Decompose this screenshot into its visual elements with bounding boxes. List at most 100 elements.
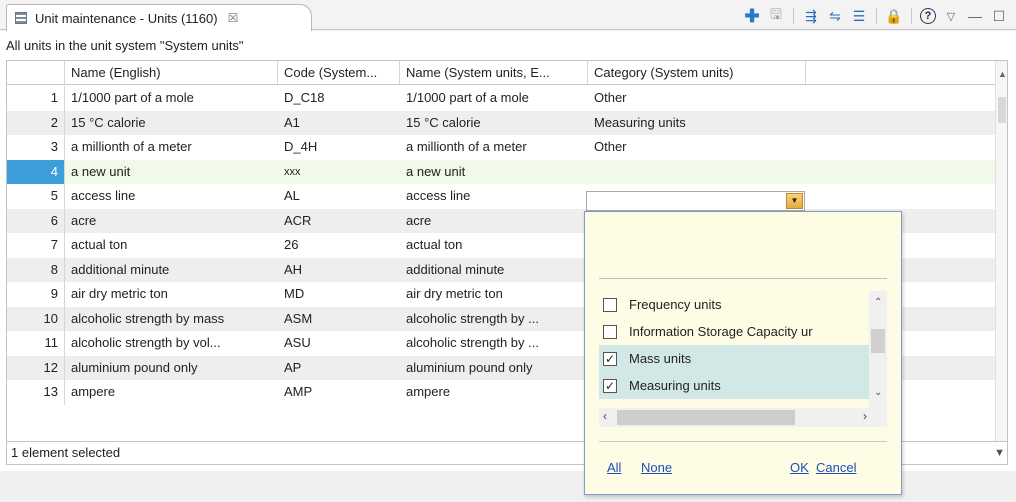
cell-category[interactable]: Measuring units <box>588 111 806 136</box>
column-header-name-system[interactable]: Name (System units, E... <box>400 61 588 84</box>
cell-name-english[interactable]: air dry metric ton <box>65 282 278 307</box>
compare-icon[interactable]: ⇋ <box>826 7 844 25</box>
cell-name-system[interactable]: 1/1000 part of a mole <box>400 86 588 111</box>
help-icon[interactable]: ? <box>920 8 936 24</box>
cell-code[interactable]: MD <box>278 282 400 307</box>
cell-code[interactable]: ASM <box>278 307 400 332</box>
column-header-category[interactable]: Category (System units) <box>588 61 806 84</box>
cancel-link[interactable]: Cancel <box>816 460 856 475</box>
cell-name-system[interactable]: a new unit <box>400 160 588 185</box>
view-toolbar: ✚ 🖫 ⇶ ⇋ ☰ 🔒 ? ▽ — ☐ <box>743 6 1008 26</box>
cell-name-english[interactable]: access line <box>65 184 278 209</box>
cell-name-system[interactable]: ampere <box>400 380 588 405</box>
checkbox[interactable]: ✓ <box>603 351 617 366</box>
cell-name-system[interactable]: actual ton <box>400 233 588 258</box>
cell-name-system[interactable]: additional minute <box>400 258 588 283</box>
select-none-link[interactable]: None <box>641 460 672 475</box>
cell-name-system[interactable]: access line <box>400 184 588 209</box>
scroll-thumb[interactable] <box>617 410 795 425</box>
scroll-up-icon[interactable]: ▲ <box>998 69 1007 79</box>
select-all-link[interactable]: All <box>607 460 621 475</box>
category-item[interactable]: Information Storage Capacity ur <box>599 318 869 345</box>
column-header-name-english[interactable]: Name (English) <box>65 61 278 84</box>
cell-name-english[interactable]: ampere <box>65 380 278 405</box>
cell-name-english[interactable]: aluminium pound only <box>65 356 278 381</box>
lock-icon[interactable]: 🔒 <box>885 7 903 25</box>
cell-code[interactable]: D_C18 <box>278 86 400 111</box>
chevron-down-icon[interactable]: ⌄ <box>874 387 882 398</box>
scroll-thumb[interactable] <box>998 97 1006 123</box>
cell-name-english[interactable]: 15 °C calorie <box>65 111 278 136</box>
cell-code[interactable]: xxx <box>278 160 400 185</box>
row-number: 11 <box>7 331 65 356</box>
cell-code[interactable]: AL <box>278 184 400 209</box>
category-item[interactable]: ✓ Measuring units <box>599 372 869 399</box>
chevron-right-icon[interactable]: › <box>863 409 867 423</box>
checklist-vertical-scrollbar[interactable]: ⌃ ⌄ <box>869 291 887 412</box>
cell-code[interactable]: AMP <box>278 380 400 405</box>
chevron-down-icon[interactable]: ▼ <box>994 442 1005 464</box>
table-row[interactable]: 3a millionth of a meter D_4H a millionth o… <box>7 135 997 160</box>
category-item[interactable]: ✓ Mass units <box>599 345 869 372</box>
close-icon[interactable]: ☒ <box>228 11 239 25</box>
table-header: Name (English) Code (System... Name (Sys… <box>7 61 1007 85</box>
cell-category[interactable]: Other <box>588 86 806 111</box>
maximize-icon[interactable]: ☐ <box>990 7 1008 25</box>
scroll-thumb[interactable] <box>871 329 885 353</box>
cell-name-english[interactable]: alcoholic strength by vol... <box>65 331 278 356</box>
row-number: 5 <box>7 184 65 209</box>
category-combo[interactable]: ▼ <box>586 191 805 211</box>
minimize-icon[interactable]: — <box>966 7 984 25</box>
checkbox[interactable] <box>603 297 617 312</box>
save-icon[interactable]: 🖫 <box>767 6 785 25</box>
chevron-up-icon[interactable]: ⌃ <box>874 297 882 308</box>
cell-code[interactable]: ASU <box>278 331 400 356</box>
table-vertical-scrollbar[interactable]: ▲ ▼ <box>995 61 1007 463</box>
cell-category[interactable]: Other <box>588 135 806 160</box>
ok-link[interactable]: OK <box>790 460 809 475</box>
cell-code[interactable]: AP <box>278 356 400 381</box>
cell-name-system[interactable]: acre <box>400 209 588 234</box>
cell-name-english[interactable]: alcoholic strength by mass <box>65 307 278 332</box>
table-row[interactable]: 1 1/1000 part of a mole D_C18 1/1000 part o… <box>7 86 997 111</box>
row-number: 13 <box>7 380 65 405</box>
cell-code[interactable]: D_4H <box>278 135 400 160</box>
cell-category[interactable] <box>588 160 806 185</box>
toolbar-separator <box>911 8 912 24</box>
cell-code[interactable]: 26 <box>278 233 400 258</box>
cell-code[interactable]: AH <box>278 258 400 283</box>
chevron-down-icon[interactable]: ▼ <box>786 193 803 209</box>
add-icon[interactable]: ✚ <box>743 6 761 26</box>
table-row[interactable]: 2 15 °C calorie A1 15 °C calorie Measuring u… <box>7 110 997 136</box>
row-number: 4 <box>7 159 65 184</box>
cell-name-system[interactable]: 15 °C calorie <box>400 111 588 136</box>
table-row[interactable]: 5 access line AL access line <box>7 184 997 209</box>
cell-name-english[interactable]: a millionth of a meter <box>65 135 278 160</box>
table-row-selected[interactable]: 4a new unit xxx a new unit <box>7 159 997 185</box>
cell-name-system[interactable]: alcoholic strength by ... <box>400 307 588 332</box>
column-header-code[interactable]: Code (System... <box>278 61 400 84</box>
cell-name-system[interactable]: aluminium pound only <box>400 356 588 381</box>
tab-unit-maintenance[interactable]: Unit maintenance - Units (1160) ☒ <box>6 4 312 31</box>
chevron-left-icon[interactable]: ‹ <box>603 409 607 423</box>
checkbox[interactable] <box>603 324 617 339</box>
list-icon[interactable]: ☰ <box>850 7 868 25</box>
cell-code[interactable]: A1 <box>278 111 400 136</box>
cell-name-english[interactable]: actual ton <box>65 233 278 258</box>
cell-name-english[interactable]: 1/1000 part of a mole <box>65 86 278 111</box>
checkbox[interactable]: ✓ <box>603 378 617 393</box>
cell-name-system[interactable]: a millionth of a meter <box>400 135 588 160</box>
cell-name-english[interactable]: additional minute <box>65 258 278 283</box>
transfer-icon[interactable]: ⇶ <box>802 7 820 25</box>
column-header-rownum[interactable] <box>7 61 65 84</box>
cell-name-english[interactable]: a new unit <box>65 160 278 185</box>
cell-name-system[interactable]: air dry metric ton <box>400 282 588 307</box>
row-number: 2 <box>7 110 65 135</box>
view-menu-icon[interactable]: ▽ <box>942 7 960 25</box>
checklist-horizontal-scrollbar[interactable]: ‹ › <box>599 408 887 427</box>
category-item[interactable]: Frequency units <box>599 291 869 318</box>
cell-code[interactable]: ACR <box>278 209 400 234</box>
cell-name-system[interactable]: alcoholic strength by ... <box>400 331 588 356</box>
cell-name-english[interactable]: acre <box>65 209 278 234</box>
popup-divider <box>599 441 887 442</box>
